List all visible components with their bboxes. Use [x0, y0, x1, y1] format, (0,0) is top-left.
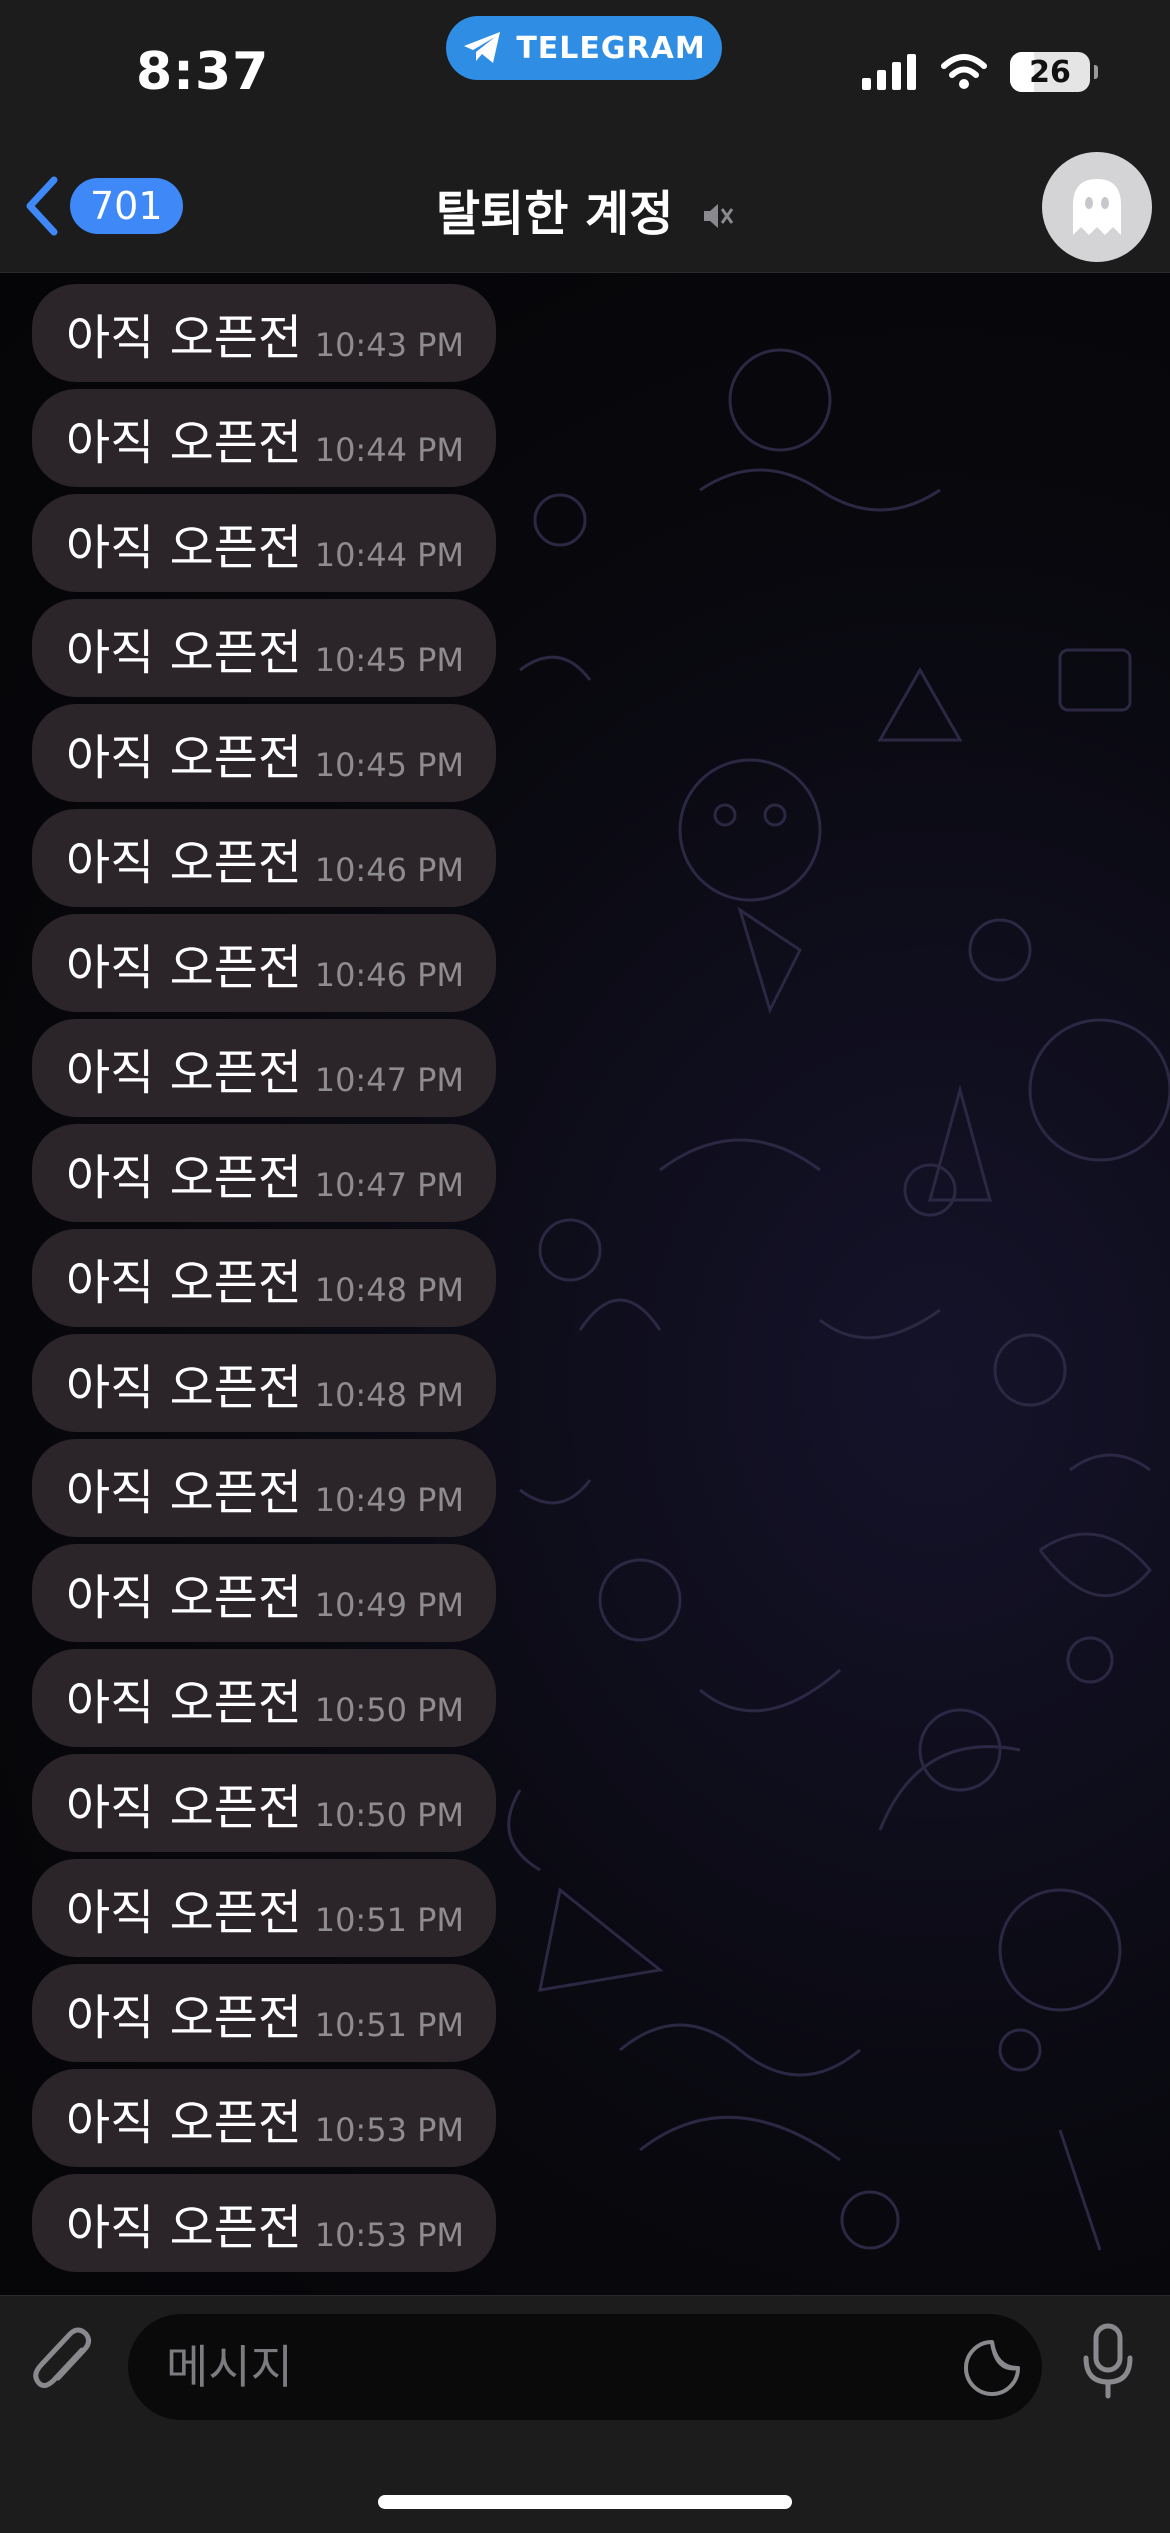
message-bubble[interactable]: 아직 오픈전 10:45 PM	[32, 704, 496, 802]
message-bubble[interactable]: 아직 오픈전 10:43 PM	[32, 284, 496, 382]
chat-title-text: 탈퇴한 계정	[435, 186, 674, 242]
message-text: 아직 오픈전	[66, 415, 303, 471]
message-time: 10:53 PM	[314, 2216, 464, 2254]
message-bubble[interactable]: 아직 오픈전 10:47 PM	[32, 1019, 496, 1117]
message-text: 아직 오픈전	[66, 1045, 303, 1101]
battery-icon: 26	[1010, 52, 1098, 92]
message-list: 아직 오픈전 10:43 PM 아직 오픈전 10:44 PM 아직 오픈전 10:4…	[32, 284, 632, 2279]
message-text: 아직 오픈전	[66, 1780, 303, 1836]
message-text: 아직 오픈전	[66, 625, 303, 681]
avatar[interactable]	[1042, 152, 1152, 262]
message-text: 아직 오픈전	[66, 835, 303, 891]
message-bubble[interactable]: 아직 오픈전 10:50 PM	[32, 1649, 496, 1747]
message-text: 아직 오픈전	[66, 1465, 303, 1521]
ghost-icon	[1073, 179, 1121, 235]
message-time: 10:46 PM	[314, 956, 464, 994]
message-time: 10:47 PM	[314, 1061, 464, 1099]
microphone-icon	[1083, 2323, 1133, 2399]
signal-icon	[862, 54, 916, 90]
message-bubble[interactable]: 아직 오픈전 10:48 PM	[32, 1334, 496, 1432]
message-text: 아직 오픈전	[66, 1150, 303, 1206]
message-text: 아직 오픈전	[66, 1990, 303, 2046]
muted-icon	[700, 189, 734, 245]
attach-button[interactable]	[30, 2324, 100, 2408]
message-time: 10:49 PM	[314, 1586, 464, 1624]
chat-header: 701 탈퇴한 계정	[0, 150, 1170, 273]
message-time: 10:46 PM	[314, 851, 464, 889]
message-bubble[interactable]: 아직 오픈전 10:46 PM	[32, 809, 496, 907]
message-bubble[interactable]: 아직 오픈전 10:45 PM	[32, 599, 496, 697]
sticker-icon	[964, 2340, 1020, 2396]
message-time: 10:53 PM	[314, 2111, 464, 2149]
message-text: 아직 오픈전	[66, 1885, 303, 1941]
message-bubble[interactable]: 아직 오픈전 10:50 PM	[32, 1754, 496, 1852]
message-time: 10:44 PM	[314, 536, 464, 574]
message-text: 아직 오픈전	[66, 2095, 303, 2151]
message-time: 10:45 PM	[314, 641, 464, 679]
message-text: 아직 오픈전	[66, 1570, 303, 1626]
status-bar: 8:37 TELEGRAM 26	[0, 0, 1170, 150]
message-bubble[interactable]: 아직 오픈전 10:53 PM	[32, 2174, 496, 2272]
message-time: 10:43 PM	[314, 326, 464, 364]
wifi-icon	[941, 54, 987, 89]
message-time: 10:44 PM	[314, 431, 464, 469]
message-bubble[interactable]: 아직 오픈전 10:48 PM	[32, 1229, 496, 1327]
message-time: 10:49 PM	[314, 1481, 464, 1519]
message-time: 10:48 PM	[314, 1271, 464, 1309]
composer-bar	[0, 2295, 1170, 2533]
telegram-pill-label: TELEGRAM	[516, 30, 706, 66]
chat-title[interactable]: 탈퇴한 계정	[0, 174, 1170, 245]
message-bubble[interactable]: 아직 오픈전 10:49 PM	[32, 1439, 496, 1537]
voice-record-button[interactable]	[1080, 2322, 1136, 2406]
message-text: 아직 오픈전	[66, 2200, 303, 2256]
message-time: 10:50 PM	[314, 1796, 464, 1834]
message-text: 아직 오픈전	[66, 1255, 303, 1311]
message-bubble[interactable]: 아직 오픈전 10:49 PM	[32, 1544, 496, 1642]
status-time: 8:37	[136, 42, 270, 102]
message-bubble[interactable]: 아직 오픈전 10:46 PM	[32, 914, 496, 1012]
message-time: 10:45 PM	[314, 746, 464, 784]
message-text: 아직 오픈전	[66, 940, 303, 996]
telegram-plane-icon	[464, 32, 501, 63]
message-bubble[interactable]: 아직 오픈전 10:51 PM	[32, 1964, 496, 2062]
message-time: 10:50 PM	[314, 1691, 464, 1729]
sticker-button[interactable]	[962, 2338, 1022, 2402]
message-time: 10:51 PM	[314, 1901, 464, 1939]
message-bubble[interactable]: 아직 오픈전 10:53 PM	[32, 2069, 496, 2167]
paperclip-icon	[33, 2327, 92, 2388]
battery-level: 26	[1029, 54, 1071, 90]
message-time: 10:51 PM	[314, 2006, 464, 2044]
telegram-pill[interactable]: TELEGRAM	[446, 16, 722, 80]
message-bubble[interactable]: 아직 오픈전 10:44 PM	[32, 494, 496, 592]
message-field[interactable]	[128, 2314, 1042, 2420]
message-bubble[interactable]: 아직 오픈전 10:51 PM	[32, 1859, 496, 1957]
home-indicator[interactable]	[378, 2495, 792, 2509]
message-text: 아직 오픈전	[66, 1360, 303, 1416]
message-input[interactable]	[164, 2334, 868, 2400]
message-text: 아직 오픈전	[66, 1675, 303, 1731]
message-text: 아직 오픈전	[66, 730, 303, 786]
message-bubble[interactable]: 아직 오픈전 10:47 PM	[32, 1124, 496, 1222]
message-bubble[interactable]: 아직 오픈전 10:44 PM	[32, 389, 496, 487]
message-time: 10:47 PM	[314, 1166, 464, 1204]
message-text: 아직 오픈전	[66, 520, 303, 576]
message-text: 아직 오픈전	[66, 310, 303, 366]
message-time: 10:48 PM	[314, 1376, 464, 1414]
